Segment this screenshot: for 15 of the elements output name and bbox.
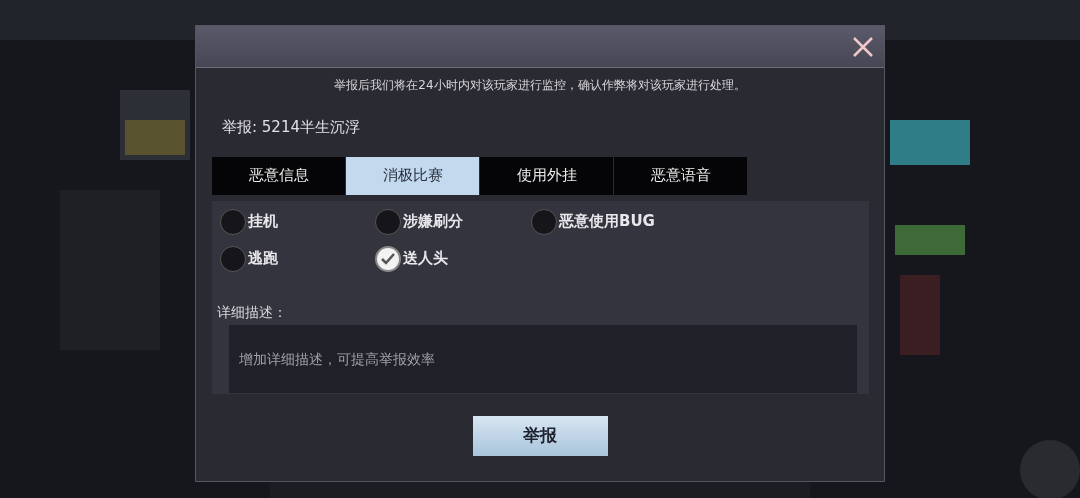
- details-label: 详细描述：: [217, 302, 288, 322]
- tab[interactable]: 恶意语音: [614, 156, 747, 195]
- report-button[interactable]: 举报: [472, 415, 608, 456]
- tab[interactable]: 恶意信息: [212, 156, 345, 195]
- tab[interactable]: 消极比赛: [346, 156, 479, 195]
- reason-radio[interactable]: 恶意使用BUG: [531, 208, 655, 235]
- notice-text: 举报后我们将在24小时内对该玩家进行监控，确认作弊将对该玩家进行处理。: [333, 77, 747, 94]
- reason-radio[interactable]: 挂机: [220, 208, 278, 235]
- close-icon: [852, 35, 874, 58]
- reason-radio[interactable]: 涉嫌刷分: [375, 208, 463, 235]
- report-target: 举报: 5214半生沉浮: [222, 117, 361, 138]
- reason-radio[interactable]: 送人头: [375, 245, 448, 272]
- tab[interactable]: 使用外挂: [480, 156, 613, 195]
- details-field[interactable]: 增加详细描述，可提高举报效率: [229, 324, 857, 393]
- reason-radio[interactable]: 逃跑: [220, 245, 278, 272]
